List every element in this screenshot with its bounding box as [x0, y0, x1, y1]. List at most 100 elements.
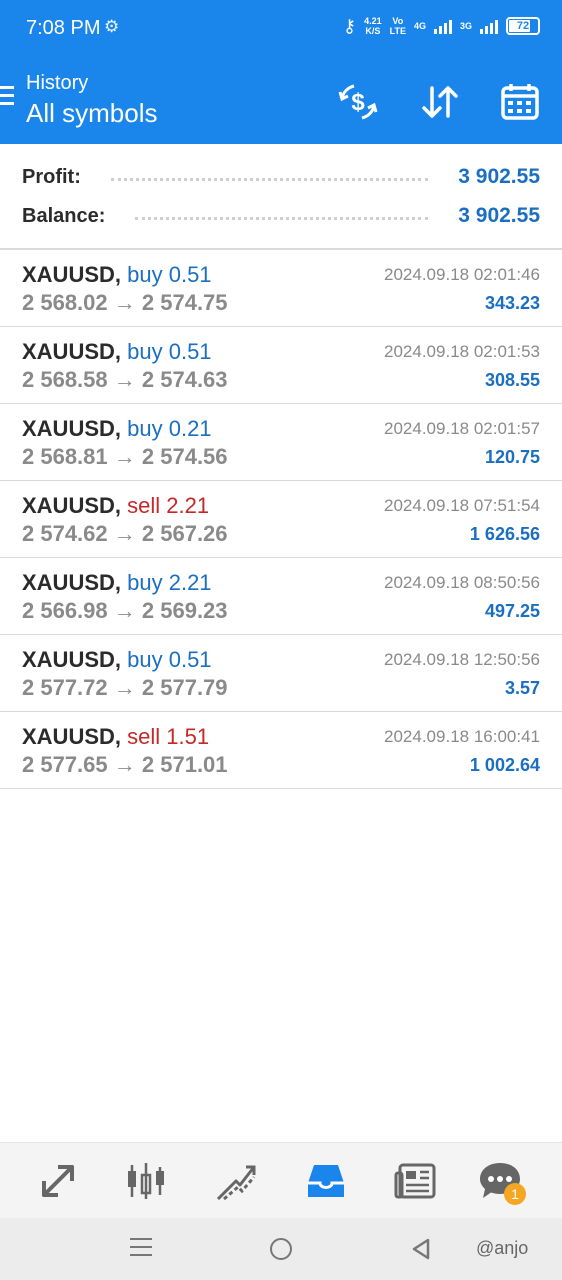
volte-top: Vo — [392, 16, 404, 26]
deal-close-price: 2 567.26 — [141, 521, 228, 546]
deal-symbol: XAUUSD, — [22, 416, 122, 441]
volte-indicator: Vo LTE — [390, 16, 406, 36]
deal-close-price: 2 574.63 — [141, 367, 228, 392]
currency-exchange-icon[interactable]: $ — [336, 80, 380, 124]
svg-text:$: $ — [351, 89, 365, 116]
deal-close-price: 2 577.79 — [141, 675, 228, 700]
deal-open-price: 2 574.62 — [22, 521, 108, 546]
arrow-icon: → — [113, 290, 136, 315]
deal-side: buy 2.21 — [127, 570, 212, 595]
arrow-icon: → — [113, 598, 136, 623]
deal-side: buy 0.51 — [127, 339, 212, 364]
deal-profit: 497.25 — [484, 601, 540, 621]
deal-side: sell 1.51 — [127, 724, 210, 749]
signal-bars-icon — [433, 18, 452, 34]
balance-label: Balance: — [22, 204, 106, 227]
deal-datetime: 2024.09.18 02:01:57 — [384, 419, 540, 438]
home-icon[interactable] — [270, 1238, 292, 1260]
deal-symbol: XAUUSD, — [22, 724, 122, 749]
deal-open-price: 2 568.58 — [22, 367, 108, 392]
deal-symbol: XAUUSD, — [22, 493, 122, 518]
deal-open-price: 2 566.98 — [22, 598, 108, 623]
deal-profit: 1 626.56 — [469, 524, 540, 544]
profit-value: 3 902.55 — [458, 165, 540, 188]
signal-bars-2-icon — [480, 18, 498, 34]
deal-symbol: XAUUSD, — [22, 262, 122, 287]
news-icon[interactable] — [394, 1159, 438, 1203]
deal-datetime: 2024.09.18 02:01:53 — [384, 342, 540, 361]
deal-row[interactable]: XAUUSD, buy 2.21 2 566.98 → 2 569.23 202… — [0, 558, 562, 635]
deal-profit: 308.55 — [484, 370, 540, 390]
chart-icon[interactable] — [124, 1159, 168, 1203]
arrow-icon: → — [113, 675, 136, 700]
quotes-icon[interactable] — [36, 1159, 80, 1203]
deal-datetime: 2024.09.18 08:50:56 — [384, 573, 540, 592]
calendar-icon[interactable] — [498, 80, 542, 124]
network-speed: 4.21 K/S — [364, 16, 382, 36]
back-icon[interactable] — [410, 1237, 432, 1261]
arrow-icon: → — [113, 444, 136, 469]
recents-icon[interactable] — [130, 1238, 152, 1262]
deal-side: buy 0.51 — [127, 262, 212, 287]
menu-icon[interactable] — [0, 86, 16, 110]
deal-open-price: 2 568.02 — [22, 290, 108, 315]
deal-profit: 3.57 — [504, 678, 540, 698]
page-title[interactable]: All symbols — [26, 98, 157, 129]
sort-icon[interactable] — [418, 80, 462, 124]
arrow-icon: → — [113, 367, 136, 392]
status-time: 7:08 PM — [26, 17, 101, 39]
deal-row[interactable]: XAUUSD, sell 2.21 2 574.62 → 2 567.26 20… — [0, 481, 562, 558]
app-bar: History All symbols $ — [0, 58, 562, 144]
vpn-key-icon: ⚷ — [342, 16, 357, 36]
summary-panel: Profit: 3 902.55 Balance: 3 902.55 — [0, 144, 562, 250]
net-type-4g-label: 4G — [413, 21, 426, 31]
messages-button[interactable]: 1 — [478, 1159, 526, 1205]
watermark: @anjo — [476, 1238, 529, 1258]
dotted-leader — [110, 177, 429, 181]
deal-symbol: XAUUSD, — [22, 339, 122, 364]
balance-value: 3 902.55 — [458, 204, 540, 227]
deal-close-price: 2 574.56 — [141, 444, 228, 469]
deal-side: sell 2.21 — [127, 493, 210, 518]
deal-datetime: 2024.09.18 02:01:46 — [384, 265, 540, 284]
arrow-icon: → — [113, 521, 136, 546]
deal-close-price: 2 571.01 — [141, 752, 228, 777]
deal-datetime: 2024.09.18 07:51:54 — [384, 496, 540, 515]
dotted-leader — [135, 216, 429, 220]
deal-row[interactable]: XAUUSD, buy 0.51 2 568.02 → 2 574.75 202… — [0, 250, 562, 327]
profit-label: Profit: — [22, 165, 81, 188]
settings-gear-icon: ⚙ — [104, 17, 120, 36]
volte-bottom: LTE — [389, 26, 406, 36]
deal-symbol: XAUUSD, — [22, 570, 122, 595]
deal-profit: 1 002.64 — [469, 755, 540, 775]
network-speed-unit: K/S — [365, 26, 381, 36]
trade-icon[interactable] — [214, 1159, 258, 1203]
balance-row: Balance: 3 902.55 — [22, 201, 540, 231]
arrow-icon: → — [113, 752, 136, 777]
profit-row: Profit: 3 902.55 — [22, 162, 540, 192]
bottom-nav: 1 — [0, 1142, 562, 1218]
net-type-3g: 3G — [460, 21, 472, 31]
deal-close-price: 2 574.75 — [141, 290, 228, 315]
net-type-4g: 4G — [414, 21, 426, 31]
deal-symbol: XAUUSD, — [22, 647, 122, 672]
battery-icon: 72 — [506, 17, 540, 35]
net-type-3g-label: 3G — [459, 21, 472, 31]
deal-row[interactable]: XAUUSD, buy 0.21 2 568.81 → 2 574.56 202… — [0, 404, 562, 481]
deal-profit: 343.23 — [484, 293, 540, 313]
system-nav-bar: @anjo — [0, 1218, 562, 1280]
status-icons: ⚷ 4.21 K/S Vo LTE 4G 3G 72 — [343, 16, 540, 36]
deal-open-price: 2 568.81 — [22, 444, 108, 469]
deal-open-price: 2 577.72 — [22, 675, 108, 700]
deal-row[interactable]: XAUUSD, sell 1.51 2 577.65 → 2 571.01 20… — [0, 712, 562, 789]
deal-close-price: 2 569.23 — [141, 598, 228, 623]
deal-row[interactable]: XAUUSD, buy 0.51 2 568.58 → 2 574.63 202… — [0, 327, 562, 404]
deal-profit: 120.75 — [484, 447, 540, 467]
battery-level: 72 — [516, 20, 530, 32]
deal-side: buy 0.51 — [127, 647, 212, 672]
status-bar: 7:08 PM ⚙ ⚷ 4.21 K/S Vo LTE 4G 3G 72 — [0, 0, 562, 58]
history-icon[interactable] — [304, 1159, 348, 1203]
deal-open-price: 2 577.65 — [22, 752, 108, 777]
deal-datetime: 2024.09.18 16:00:41 — [384, 727, 540, 746]
deal-row[interactable]: XAUUSD, buy 0.51 2 577.72 → 2 577.79 202… — [0, 635, 562, 712]
